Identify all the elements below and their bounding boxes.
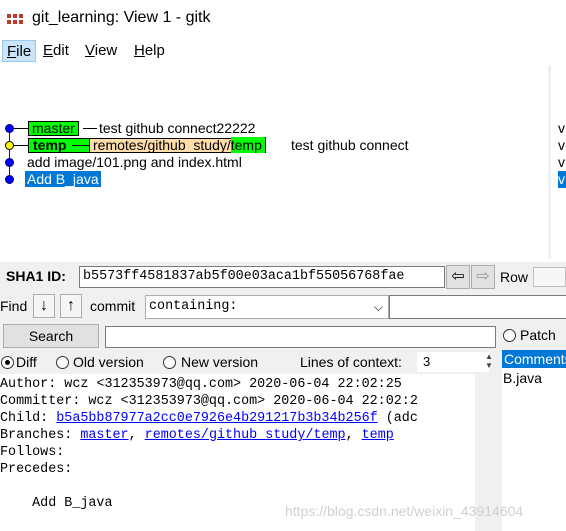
arrow-up-icon: ↑ [67, 297, 75, 314]
commit-list[interactable]: master test github connect22222 temp rem… [0, 66, 548, 258]
find-type-label: commit [90, 298, 136, 314]
commit-node [5, 124, 14, 133]
branch-tag-master[interactable]: master [28, 121, 79, 136]
head-commit-node [5, 141, 14, 150]
patch-label: Patch [520, 327, 556, 343]
commit-message: Add B_java [0, 496, 113, 511]
menu-help[interactable]: Help [130, 40, 169, 62]
commit-summary[interactable]: test github connect [291, 137, 409, 154]
author-cell: v [558, 120, 565, 136]
commit-summary[interactable]: Add B_java [25, 171, 101, 187]
commit-node [5, 175, 14, 184]
history-pane: master test github connect22222 temp rem… [0, 66, 566, 258]
branch-link-temp[interactable]: temp [362, 428, 394, 443]
row-label: Row [500, 269, 529, 285]
find-next-button[interactable]: ↓ [33, 294, 55, 318]
commit-summary[interactable]: test github connect22222 [99, 120, 255, 137]
diff-radio[interactable] [1, 356, 14, 369]
child-sha-link[interactable]: b5a5bb87977a2cc0e7926e4b291217b3b34b256f [56, 411, 377, 426]
menu-file[interactable]: File [2, 40, 37, 62]
context-spinbox[interactable]: 3 [417, 352, 489, 372]
menu-edit[interactable]: Edit [39, 40, 73, 62]
commit-row[interactable]: temp remotes/github_study/temp test gith… [0, 137, 548, 154]
menu-view[interactable]: View [81, 40, 121, 62]
context-label: Lines of context: [300, 354, 402, 370]
arrow-down-icon: ↓ [40, 297, 48, 314]
chevron-down-icon: ⌵ [373, 300, 383, 314]
new-version-radio[interactable] [163, 356, 176, 369]
branch-link-remote-temp[interactable]: remotes/github_study/temp [145, 428, 346, 443]
find-label: Find [0, 298, 28, 314]
old-version-label: Old version [73, 354, 144, 370]
search-input[interactable] [105, 326, 496, 348]
title-bar: git_learning: View 1 - gitk [0, 0, 566, 38]
search-button[interactable]: Search [3, 324, 99, 348]
follows-line: Follows: [0, 445, 65, 460]
find-bar: Find ↓ ↑ commit containing: ⌵ [0, 292, 566, 320]
branch-link-master[interactable]: master [80, 428, 128, 443]
author-cell: v [558, 171, 566, 188]
find-prev-button[interactable]: ↑ [60, 294, 82, 318]
arrow-left-icon: ⇦ [451, 268, 465, 285]
author-cell: v [558, 137, 565, 153]
branches-line: Branches: master, remotes/github_study/t… [0, 428, 394, 443]
find-input[interactable] [389, 295, 566, 319]
author-column[interactable]: v v v v [551, 66, 566, 258]
find-mode-select[interactable]: containing: ⌵ [145, 295, 389, 319]
committer-line: Committer: wcz <312353973@qq.com> 2020-0… [0, 394, 418, 409]
back-button[interactable]: ⇦ [446, 265, 470, 289]
find-mode-value: containing: [149, 299, 238, 314]
file-list-comments[interactable]: Comments [502, 350, 566, 368]
sha-bar: SHA1 ID: b5573ff4581837ab5f00e03aca1bf55… [0, 262, 566, 292]
search-bar: Search Patch [0, 320, 566, 350]
diff-options: Diff Old version New version Lines of co… [0, 350, 502, 374]
author-cell: v [558, 154, 565, 170]
commit-row[interactable]: master test github connect22222 [0, 120, 548, 137]
commit-row-selected[interactable]: Add B_java [0, 171, 548, 188]
watermark: https://blog.csdn.net/weixin_43914604 [285, 503, 524, 519]
diff-label: Diff [16, 354, 37, 370]
sha-label: SHA1 ID: [6, 268, 66, 284]
precedes-line: Precedes: [0, 462, 73, 477]
arrow-right-icon: ⇨ [476, 268, 490, 285]
child-line: Child: b5a5bb87977a2cc0e7926e4b291217b3b… [0, 411, 418, 426]
remote-tag-text: remotes/github_study/temp [93, 137, 266, 153]
sha-input[interactable]: b5573ff4581837ab5f00e03aca1bf55056768fae [79, 266, 445, 288]
new-version-label: New version [181, 354, 259, 370]
commit-node [5, 158, 14, 167]
forward-button[interactable]: ⇨ [471, 265, 495, 289]
spin-arrows-icon[interactable]: ▲ ▼ [485, 352, 493, 370]
gitk-app-icon [7, 14, 25, 24]
author-line: Author: wcz <312353973@qq.com> 2020-06-0… [0, 377, 402, 392]
commit-row[interactable]: add image/101.png and index.html [0, 154, 548, 171]
remote-tag-github-study-temp[interactable]: remotes/github_study/temp [89, 137, 266, 153]
commit-summary[interactable]: add image/101.png and index.html [27, 154, 242, 171]
old-version-radio[interactable] [56, 356, 69, 369]
file-item[interactable]: B.java [503, 370, 542, 386]
window-title: git_learning: View 1 - gitk [32, 9, 211, 26]
row-input[interactable] [533, 267, 566, 287]
patch-radio[interactable] [503, 329, 516, 342]
menu-bar: File Edit View Help [0, 38, 566, 64]
